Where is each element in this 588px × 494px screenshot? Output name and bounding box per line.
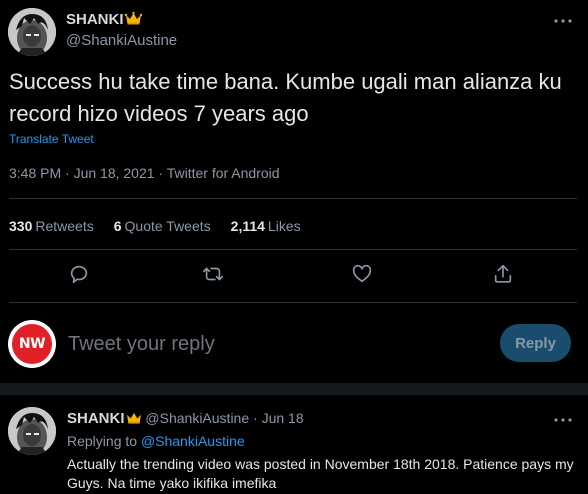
reply-input[interactable] — [68, 328, 478, 360]
retweets-stat[interactable]: 330 Retweets — [9, 218, 94, 234]
retweet-icon[interactable] — [200, 262, 226, 286]
divider — [9, 198, 577, 199]
replying-to-handle-link[interactable]: @ShankiAustine — [141, 433, 245, 449]
replying-to: Replying to @ShankiAustine — [67, 433, 245, 449]
reply-author-handle[interactable]: @ShankiAustine — [145, 410, 249, 426]
reply-tweet-header: SHANKI @ShankiAustine · Jun 18 — [67, 410, 304, 428]
divider — [9, 302, 577, 303]
likes-label: Likes — [267, 218, 301, 234]
section-separator — [0, 383, 588, 395]
quote-tweets-label: Quote Tweets — [124, 218, 211, 234]
tweet-actions — [0, 262, 588, 286]
current-user-avatar[interactable]: NW — [8, 320, 56, 368]
tweet-timestamp[interactable]: 3:48 PM · Jun 18, 2021 · Twitter for And… — [9, 165, 280, 181]
author-name[interactable]: SHANKI — [66, 11, 142, 30]
retweets-label: Retweets — [35, 218, 94, 234]
avatar-logo-text: NW — [12, 324, 52, 364]
quote-tweets-stat[interactable]: 6 Quote Tweets — [114, 218, 211, 234]
reply-date[interactable]: · Jun 18 — [253, 410, 304, 426]
likes-stat[interactable]: 2,114 Likes — [231, 218, 301, 234]
quote-tweets-count: 6 — [113, 218, 122, 234]
reply-tweet-text: Actually the trending video was posted i… — [67, 456, 574, 491]
reply-more-options-icon[interactable] — [552, 409, 574, 431]
crown-emoji-icon — [126, 411, 142, 428]
tweet-text: Success hu take time bana. Kumbe ugali m… — [9, 69, 562, 126]
translate-tweet-link[interactable]: Translate Tweet — [9, 132, 94, 146]
author-handle[interactable]: @ShankiAustine — [66, 32, 177, 49]
more-options-icon[interactable] — [552, 10, 574, 32]
reply-icon[interactable] — [66, 262, 92, 286]
replying-to-label: Replying to — [67, 433, 138, 449]
reply-author-avatar[interactable] — [8, 407, 56, 455]
tweet-detail-page: SHANKI @ShankiAustine Success hu take ti… — [0, 0, 588, 494]
like-icon[interactable] — [349, 262, 375, 286]
reply-author-name[interactable]: SHANKI — [67, 410, 125, 427]
likes-count: 2,114 — [230, 218, 265, 234]
crown-emoji-icon — [124, 11, 142, 30]
divider — [9, 249, 577, 250]
author-name-text: SHANKI — [66, 11, 124, 28]
tweet-stats: 330 Retweets 6 Quote Tweets 2,114 Likes — [9, 218, 321, 234]
author-avatar[interactable] — [8, 8, 56, 56]
share-icon[interactable] — [490, 262, 516, 286]
retweets-count: 330 — [9, 218, 33, 234]
reply-button[interactable]: Reply — [500, 324, 571, 362]
